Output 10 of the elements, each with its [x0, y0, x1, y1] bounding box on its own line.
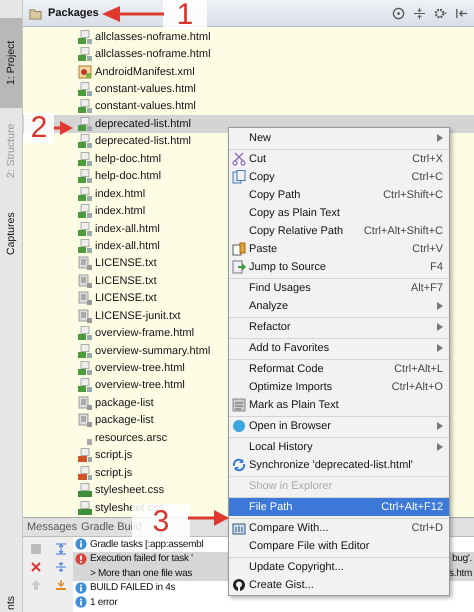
callout-number: 2: [24, 113, 54, 143]
message-text: BUILD FAILED in 4s: [90, 582, 176, 594]
message-text: 1 error: [90, 596, 118, 608]
panel-title: Messages: [27, 521, 78, 533]
callout-number: 1: [163, 0, 207, 30]
message-text: Execution failed for task ': [90, 553, 193, 564]
message-text: Gradle tasks [:app:assembl: [90, 538, 204, 550]
message-text: s.htm: [449, 568, 472, 579]
message-text: > More than one file was: [90, 568, 192, 579]
message-text: bug'.: [452, 553, 472, 564]
